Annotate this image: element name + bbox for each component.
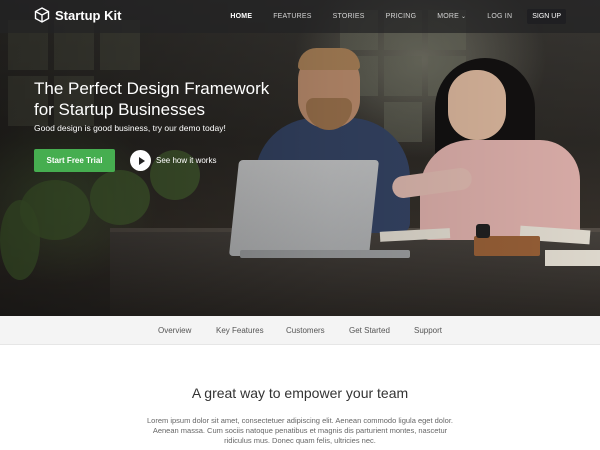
- nav-stories[interactable]: STORIES: [333, 13, 365, 20]
- play-icon[interactable]: [130, 150, 151, 171]
- nav-more-label: MORE: [437, 13, 460, 20]
- subnav-overview[interactable]: Overview: [158, 326, 191, 335]
- nav-features[interactable]: FEATURES: [273, 13, 311, 20]
- nav-links: HOME FEATURES STORIES PRICING MORE ⌄ LOG …: [209, 0, 566, 33]
- section-title: A great way to empower your team: [191, 385, 409, 401]
- nav-home[interactable]: HOME: [230, 13, 252, 20]
- start-free-trial-button[interactable]: Start Free Trial: [34, 149, 115, 172]
- hero-title-line1: The Perfect Design Framework: [34, 79, 270, 98]
- brand-logo[interactable]: Startup Kit: [34, 7, 121, 23]
- section-subnav: Overview Key Features Customers Get Star…: [0, 316, 600, 345]
- nav-login[interactable]: LOG IN: [487, 13, 512, 20]
- chevron-down-icon: ⌄: [461, 14, 467, 20]
- subnav-support[interactable]: Support: [414, 326, 442, 335]
- brand-name: Startup Kit: [55, 7, 122, 23]
- nav-more[interactable]: MORE ⌄: [437, 13, 466, 20]
- section-body-line2: Aenean massa. Cum sociis natoque penatib…: [152, 426, 448, 435]
- section-body-line3: ridiculus mus. Donec quam felis, ultrici…: [224, 436, 376, 445]
- subnav-customers[interactable]: Customers: [286, 326, 325, 335]
- see-how-it-works-label: See how it works: [156, 156, 217, 165]
- subnav-key-features[interactable]: Key Features: [216, 326, 264, 335]
- section-body-line1: Lorem ipsum dolor sit amet, consectetuer…: [146, 416, 453, 425]
- hero-subtitle: Good design is good business, try our de…: [34, 123, 226, 133]
- see-how-it-works-link[interactable]: See how it works: [130, 150, 216, 171]
- hero-title: The Perfect Design Framework for Startup…: [34, 78, 314, 120]
- top-navbar: Startup Kit HOME FEATURES STORIES PRICIN…: [0, 0, 600, 33]
- signup-button[interactable]: SIGN UP: [527, 9, 566, 24]
- section-body: Lorem ipsum dolor sit amet, consectetuer…: [130, 416, 470, 446]
- hero-title-line2: for Startup Businesses: [34, 100, 206, 119]
- subnav-get-started[interactable]: Get Started: [349, 326, 390, 335]
- cube-icon: [34, 7, 50, 23]
- nav-pricing[interactable]: PRICING: [386, 13, 417, 20]
